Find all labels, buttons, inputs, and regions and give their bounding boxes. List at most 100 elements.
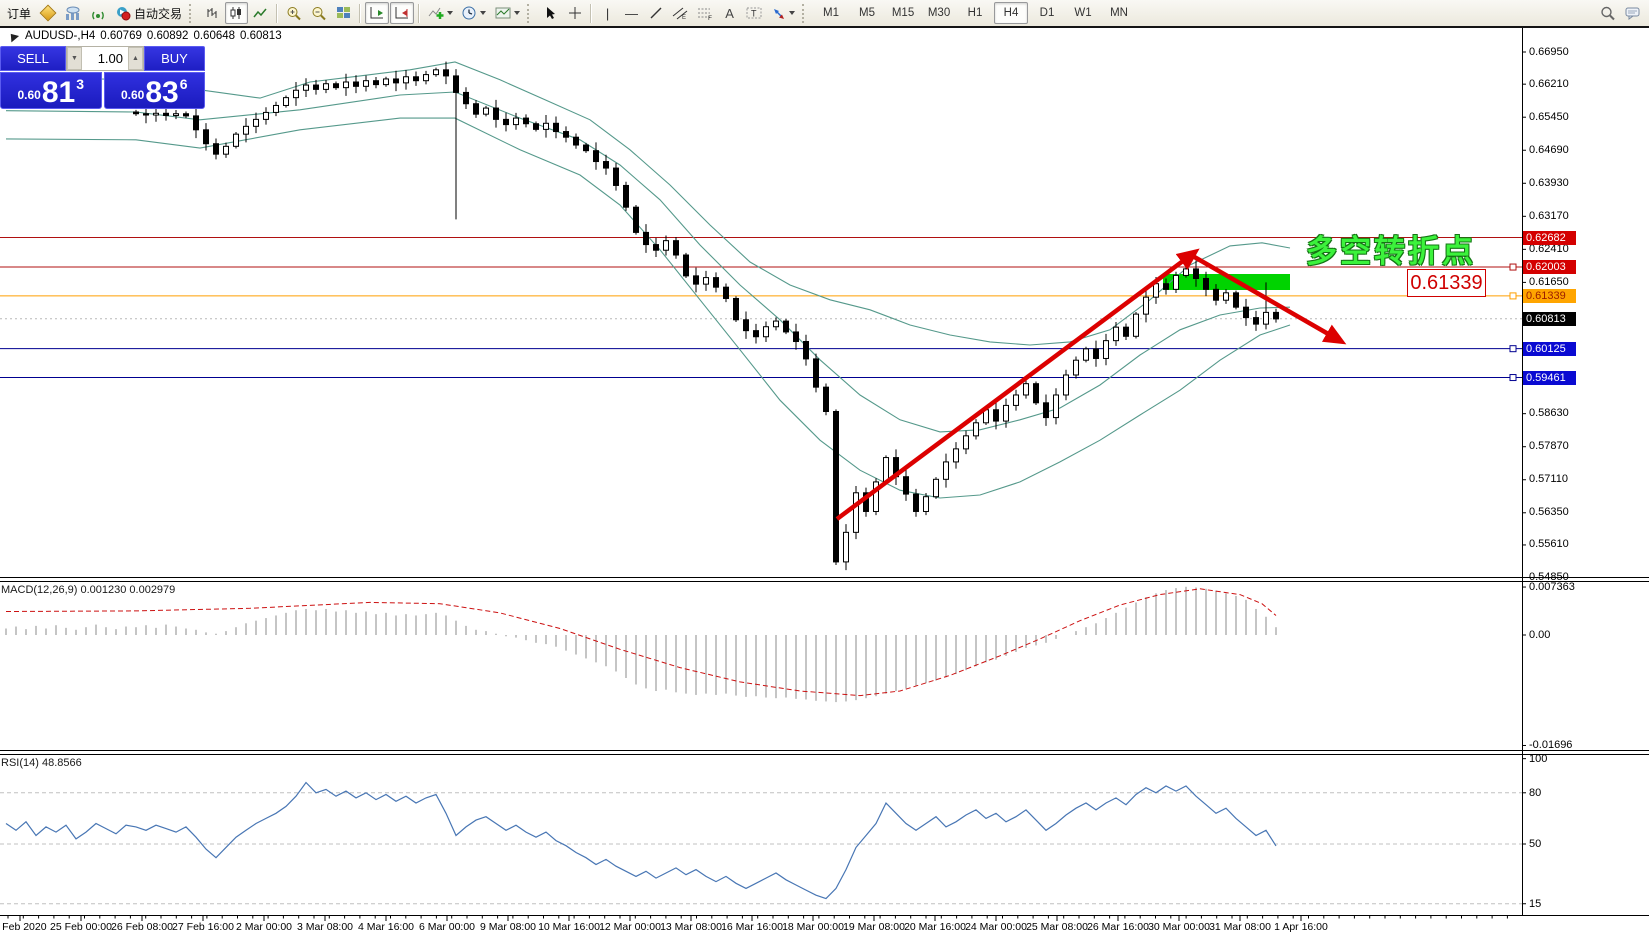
channel-tool-button[interactable]: E: [668, 2, 692, 24]
sell-price-button[interactable]: 0.60 81 3: [0, 72, 102, 109]
search-button[interactable]: [1596, 2, 1620, 24]
candle-body: [644, 232, 649, 244]
turning-point-annotation[interactable]: 多空转折点: [1306, 226, 1476, 271]
price-flag-label[interactable]: 0.61339: [1407, 269, 1486, 297]
timeframe-button-D1[interactable]: D1: [1030, 2, 1064, 24]
horizontal-line-tool-button[interactable]: —: [620, 2, 643, 24]
bar-chart-icon: [205, 6, 220, 20]
rsi-tick-label: 80: [1529, 787, 1541, 799]
time-axis-label: 26 Feb 08:00: [111, 921, 173, 933]
new-order-button[interactable]: 订单: [3, 2, 35, 24]
candle-body: [1184, 269, 1189, 276]
bar-chart-mode-button[interactable]: [201, 2, 224, 24]
candle-body: [924, 497, 929, 512]
vertical-line-tool-button[interactable]: |: [596, 2, 619, 24]
buy-price-big: 83: [145, 80, 178, 106]
candle-body: [854, 493, 859, 533]
price-badge-0.61339: 0.61339: [1523, 289, 1576, 303]
cursor-tool-button[interactable]: [539, 2, 562, 24]
text-tool-button[interactable]: A: [718, 2, 741, 24]
timeframe-button-W1[interactable]: W1: [1066, 2, 1100, 24]
candle-body: [604, 162, 609, 169]
time-axis-label: 26 Mar 16:00: [1087, 921, 1149, 933]
candle-body: [724, 287, 729, 298]
diamond-shape: [39, 5, 56, 22]
candle-body: [304, 85, 309, 90]
level-handle: [1510, 375, 1516, 381]
trendline-tool-button[interactable]: [644, 2, 667, 24]
price-close: 0.60813: [240, 30, 282, 42]
price-open: 0.60769: [100, 30, 142, 42]
candle-body: [1194, 269, 1199, 279]
buy-price-button[interactable]: 0.60 83 6: [104, 72, 206, 109]
cloud-chart-glyph: [64, 6, 81, 21]
channel-icon: E: [672, 6, 688, 20]
rsi-panel-splitter[interactable]: [0, 750, 1649, 755]
sell-price-pip: 3: [76, 76, 84, 92]
candle-body: [1134, 314, 1139, 336]
text-label-tool-button[interactable]: T: [742, 2, 766, 24]
line-chart-mode-button[interactable]: [249, 2, 272, 24]
candle-body: [624, 185, 629, 207]
arrows-icon: [771, 6, 786, 20]
timeframe-button-MN[interactable]: MN: [1102, 2, 1136, 24]
candle-body: [1264, 312, 1269, 324]
volume-decrease-button[interactable]: ▼: [67, 47, 82, 70]
candle-body: [544, 123, 549, 129]
tile-windows-button[interactable]: [332, 2, 355, 24]
auto-scroll-button[interactable]: [365, 2, 389, 24]
candlestick-mode-button[interactable]: [225, 2, 248, 24]
sell-button[interactable]: SELL: [0, 46, 66, 71]
candle-body: [1274, 312, 1279, 319]
arrows-tool-button[interactable]: [767, 2, 799, 24]
time-axis-label: 13 Mar 08:00: [660, 921, 722, 933]
indicators-caret: [447, 11, 453, 15]
chart-canvas[interactable]: [0, 0, 1649, 948]
macd-panel-splitter[interactable]: [0, 577, 1649, 582]
zoom-out-button[interactable]: [307, 2, 331, 24]
time-axis-label: 10 Mar 16:00: [538, 921, 600, 933]
periods-button[interactable]: [458, 2, 490, 24]
indicators-button[interactable]: [424, 2, 457, 24]
level-handle: [1510, 293, 1516, 299]
chart-shift-button[interactable]: [390, 2, 414, 24]
signal-icon[interactable]: [86, 2, 110, 24]
templates-button[interactable]: [491, 2, 524, 24]
volume-input[interactable]: 1.00: [82, 47, 128, 70]
candle-body: [424, 75, 429, 81]
timeframe-button-M30[interactable]: M30: [922, 2, 956, 24]
crosshair-tool-button[interactable]: [563, 2, 586, 24]
candle-body: [134, 112, 139, 114]
candle-body: [1164, 284, 1169, 290]
candle-body: [444, 70, 449, 76]
candle-body: [824, 387, 829, 411]
timeframe-button-H1[interactable]: H1: [958, 2, 992, 24]
candle-body: [344, 82, 349, 88]
timeframe-button-M1[interactable]: M1: [814, 2, 848, 24]
buy-button[interactable]: BUY: [144, 46, 205, 71]
gold-cube-icon[interactable]: [36, 2, 59, 24]
signal-glyph: [90, 6, 106, 21]
candle-body: [1064, 375, 1069, 395]
toolbar-grip: [189, 4, 196, 23]
candle-body: [1074, 360, 1079, 375]
time-axis-label: 25 Feb 00:00: [50, 921, 112, 933]
charts-cloud-icon[interactable]: [60, 2, 85, 24]
fibonacci-tool-button[interactable]: F: [693, 2, 717, 24]
chat-button[interactable]: [1621, 2, 1646, 24]
candle-body: [914, 494, 919, 511]
candle-body: [164, 113, 169, 115]
timeframe-button-M5[interactable]: M5: [850, 2, 884, 24]
zoom-in-button[interactable]: [282, 2, 306, 24]
timeframe-button-M15[interactable]: M15: [886, 2, 920, 24]
timeframe-button-H4[interactable]: H4: [994, 2, 1028, 24]
candle-body: [244, 126, 249, 134]
arrows-caret: [789, 11, 795, 15]
candle-body: [484, 108, 489, 114]
periods-caret: [480, 11, 486, 15]
candle-body: [894, 458, 899, 477]
auto-trading-button[interactable]: 自动交易: [111, 2, 186, 24]
candle-body: [254, 119, 259, 126]
volume-increase-button[interactable]: ▲: [128, 47, 143, 70]
candle-body: [634, 207, 639, 232]
